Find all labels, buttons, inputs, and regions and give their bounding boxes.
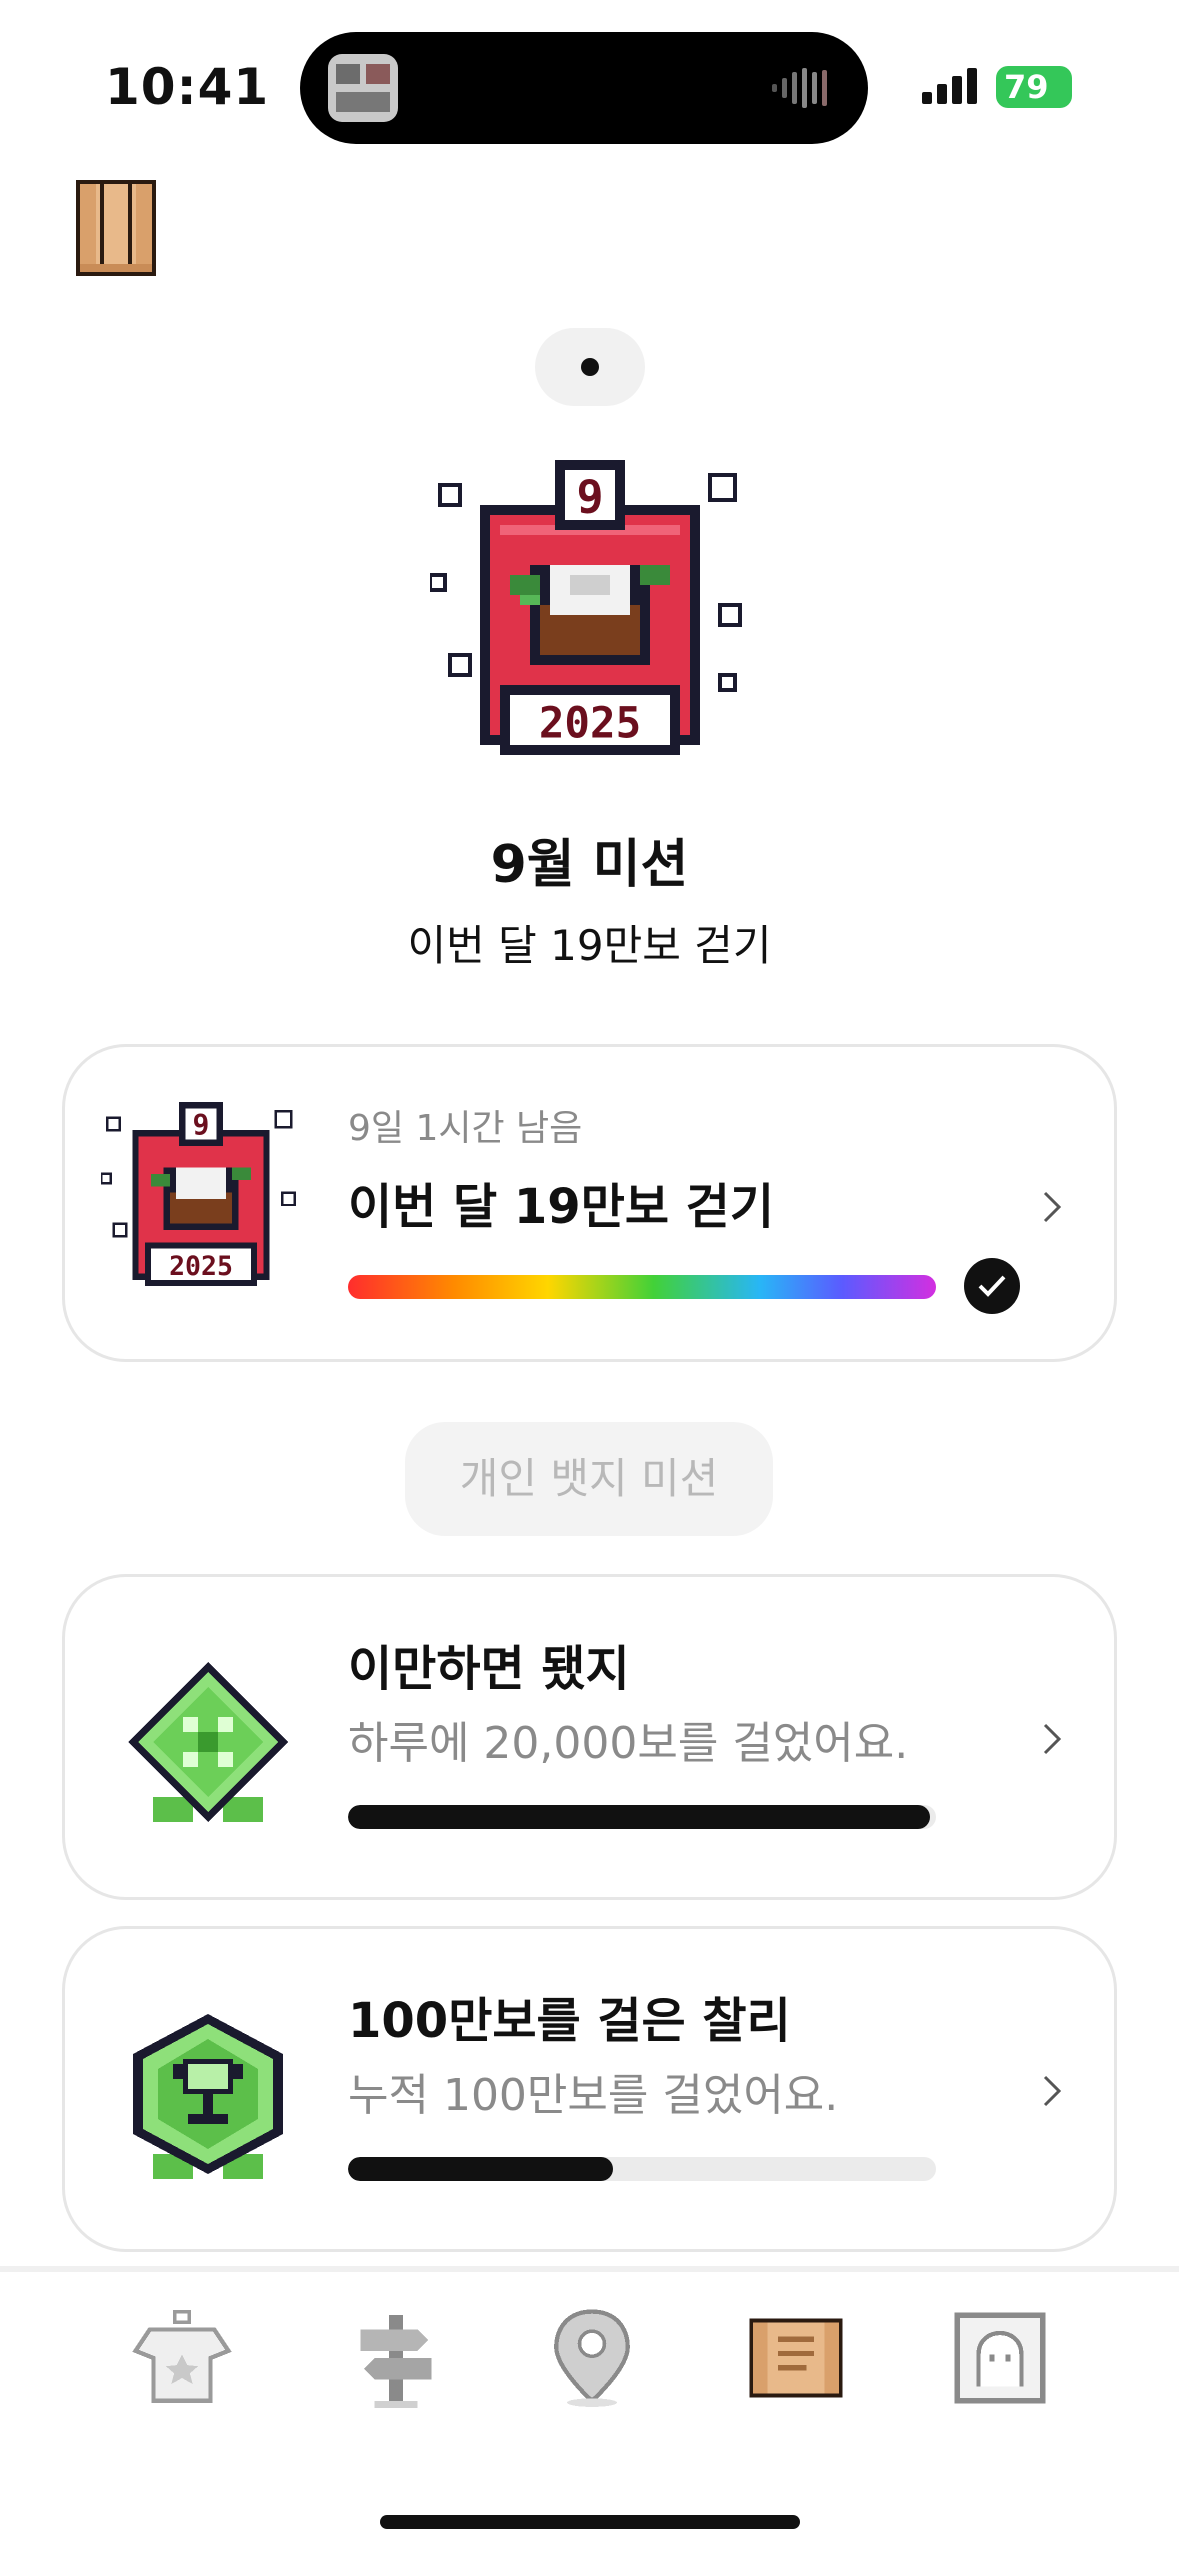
signpost-icon[interactable] <box>346 2308 446 2408</box>
hero-title: 9월 미션 <box>490 835 689 895</box>
page-dot <box>581 358 599 376</box>
badge-description: 누적 100만보를 걸었어요. <box>348 2070 839 2121</box>
green-diamond-badge-icon <box>128 1662 288 1822</box>
card-badge-number: 9 <box>193 1109 210 1142</box>
monthly-badge-icon: 9 2025 <box>430 460 742 755</box>
media-thumbnail <box>328 54 398 122</box>
chevron-right-icon <box>1043 1723 1062 1755</box>
battery-indicator: 79 <box>996 66 1072 108</box>
chevron-right-icon <box>1043 2075 1062 2107</box>
monthly-mission-card[interactable]: 9 2025 9일 1시간 남음 이번 달 19만보 걷기 <box>62 1044 1117 1362</box>
badge-progress-track <box>348 2157 936 2181</box>
badge-mission-card[interactable]: 100만보를 걸은 찰리 누적 100만보를 걸었어요. <box>62 1926 1117 2252</box>
map-pin-icon[interactable] <box>542 2308 642 2408</box>
rainbow-progress-bar <box>348 1275 936 1299</box>
scroll-icon[interactable] <box>68 172 164 284</box>
completed-check-icon <box>964 1258 1020 1314</box>
bottom-tab-bar <box>0 2266 1179 2556</box>
shirt-icon[interactable] <box>132 2308 232 2408</box>
badge-progress-fill <box>348 1805 931 1829</box>
badge-progress-fill <box>348 2157 613 2181</box>
status-time: 10:41 <box>105 58 270 116</box>
personal-badge-mission-label[interactable]: 개인 뱃지 미션 <box>405 1422 773 1536</box>
hero-badge-year: 2025 <box>539 700 641 749</box>
card-badge-year: 2025 <box>169 1251 233 1282</box>
badge-progress-track <box>348 1805 936 1829</box>
monthly-badge-small-icon: 9 2025 <box>101 1102 296 1287</box>
page-indicator[interactable] <box>535 328 645 406</box>
mission-title: 이번 달 19만보 걷기 <box>348 1179 775 1235</box>
badge-title: 100만보를 걸은 찰리 <box>348 1993 791 2049</box>
profile-frame-icon[interactable] <box>950 2308 1050 2408</box>
audio-waveform-icon <box>772 68 827 108</box>
home-indicator[interactable] <box>380 2515 800 2529</box>
time-remaining: 9일 1시간 남음 <box>348 1108 583 1149</box>
dynamic-island[interactable] <box>300 32 868 144</box>
hero-subtitle: 이번 달 19만보 걷기 <box>407 921 772 970</box>
badge-mission-card[interactable]: 이만하면 됐지 하루에 20,000보를 걸었어요. <box>62 1574 1117 1900</box>
badge-description: 하루에 20,000보를 걸었어요. <box>348 1718 909 1769</box>
trophy-hexagon-badge-icon <box>133 2014 283 2179</box>
hero-badge-number: 9 <box>576 471 603 524</box>
badge-title: 이만하면 됐지 <box>348 1641 630 1697</box>
battery-level: 79 <box>1004 68 1049 106</box>
cellular-signal-icon <box>922 68 977 104</box>
scroll-icon[interactable] <box>746 2308 846 2408</box>
chevron-right-icon <box>1043 1191 1062 1223</box>
